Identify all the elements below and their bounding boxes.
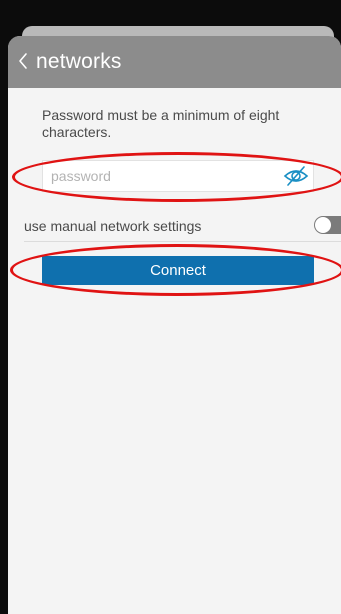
chevron-left-icon[interactable]	[12, 48, 34, 74]
phone-screen: networks Password must be a minimum of e…	[0, 0, 341, 614]
status-bar	[0, 0, 341, 28]
network-password-sheet: networks Password must be a minimum of e…	[8, 36, 341, 614]
password-hint: Password must be a minimum of eight char…	[42, 107, 280, 140]
password-input[interactable]	[51, 165, 271, 187]
toggle-knob	[315, 217, 331, 233]
manual-settings-toggle[interactable]	[314, 216, 341, 234]
connect-button[interactable]: Connect	[42, 256, 314, 285]
page-title: networks	[36, 50, 122, 73]
manual-settings-label: use manual network settings	[24, 218, 202, 234]
eye-slash-icon[interactable]	[283, 164, 309, 188]
divider	[24, 241, 341, 242]
password-field[interactable]	[42, 160, 314, 192]
header-bar: networks	[8, 36, 341, 88]
